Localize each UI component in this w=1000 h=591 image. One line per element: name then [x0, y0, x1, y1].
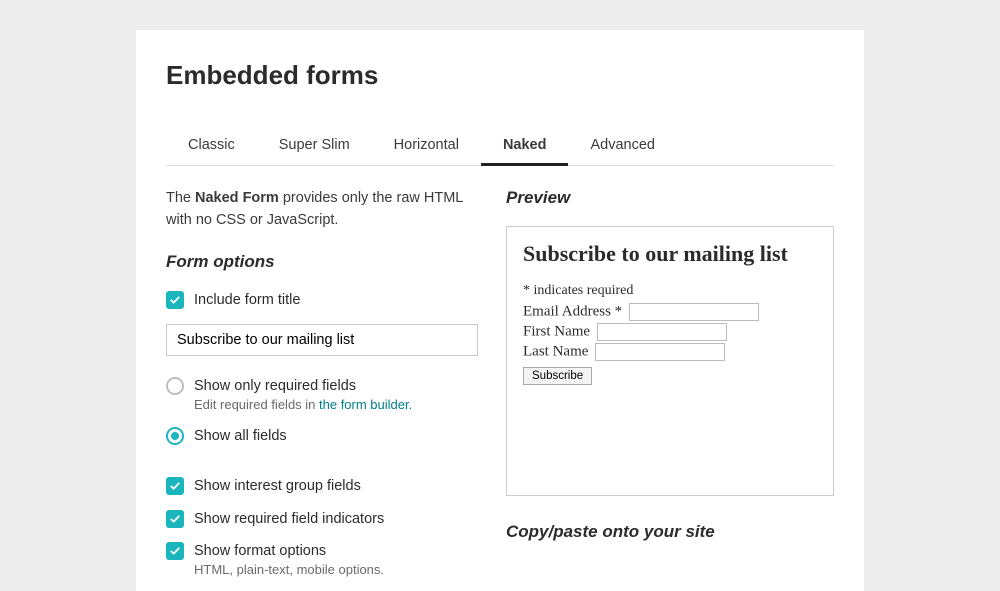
form-type-tabs: Classic Super Slim Horizontal Naked Adva…	[166, 129, 834, 166]
checkbox-icon[interactable]	[166, 510, 184, 528]
option-show-all[interactable]: Show all fields	[166, 426, 478, 446]
preview-subscribe-button[interactable]: Subscribe	[523, 367, 592, 385]
sub-text: Edit required fields in	[194, 397, 319, 412]
checkbox-icon[interactable]	[166, 542, 184, 560]
form-options-heading: Form options	[166, 252, 478, 272]
preview-firstname-label: First Name	[523, 323, 590, 339]
tab-horizontal[interactable]: Horizontal	[372, 129, 481, 165]
option-label: Show interest group fields	[194, 476, 361, 496]
tab-super-slim[interactable]: Super Slim	[257, 129, 372, 165]
radio-icon[interactable]	[166, 427, 184, 445]
preview-column: Preview Subscribe to our mailing list * …	[506, 188, 834, 591]
preview-lastname-label: Last Name	[523, 343, 588, 359]
option-label: Show format options	[194, 543, 326, 559]
preview-lastname-row: Last Name	[523, 343, 817, 361]
form-description: The Naked Form provides only the raw HTM…	[166, 188, 478, 232]
preview-required-note: * indicates required	[523, 283, 817, 299]
option-label: Show all fields	[194, 426, 287, 446]
preview-email-input[interactable]	[629, 303, 759, 321]
preview-email-row: Email Address *	[523, 303, 817, 321]
option-required-only[interactable]: Show only required fields Edit required …	[166, 376, 478, 414]
option-label: Show only required fields	[194, 378, 356, 394]
option-required-indicators[interactable]: Show required field indicators	[166, 509, 478, 529]
tab-advanced[interactable]: Advanced	[568, 129, 677, 165]
desc-bold: Naked Form	[195, 190, 279, 206]
tab-classic[interactable]: Classic	[166, 129, 257, 165]
option-format[interactable]: Show format options HTML, plain-text, mo…	[166, 541, 478, 579]
form-title-input[interactable]	[166, 324, 478, 356]
option-sublabel: Edit required fields in the form builder…	[194, 397, 412, 412]
desc-text: The	[166, 190, 195, 206]
checkbox-icon[interactable]	[166, 477, 184, 495]
preview-firstname-row: First Name	[523, 323, 817, 341]
page-title: Embedded forms	[166, 60, 834, 91]
radio-icon[interactable]	[166, 377, 184, 395]
copy-heading: Copy/paste onto your site	[506, 522, 834, 542]
preview-email-label: Email Address *	[523, 303, 622, 319]
tab-naked[interactable]: Naked	[481, 129, 569, 166]
preview-box: Subscribe to our mailing list * indicate…	[506, 226, 834, 496]
option-include-title[interactable]: Include form title	[166, 290, 478, 310]
preview-heading: Preview	[506, 188, 834, 208]
checkbox-icon[interactable]	[166, 291, 184, 309]
preview-firstname-input[interactable]	[597, 323, 727, 341]
preview-title: Subscribe to our mailing list	[523, 241, 817, 267]
options-column: The Naked Form provides only the raw HTM…	[166, 188, 478, 591]
option-interest-groups[interactable]: Show interest group fields	[166, 476, 478, 496]
preview-lastname-input[interactable]	[595, 343, 725, 361]
option-label: Show required field indicators	[194, 509, 384, 529]
settings-card: Embedded forms Classic Super Slim Horizo…	[136, 30, 864, 591]
option-label: Include form title	[194, 290, 300, 310]
form-builder-link[interactable]: the form builder.	[319, 397, 412, 412]
option-sublabel: HTML, plain-text, mobile options.	[194, 562, 384, 577]
